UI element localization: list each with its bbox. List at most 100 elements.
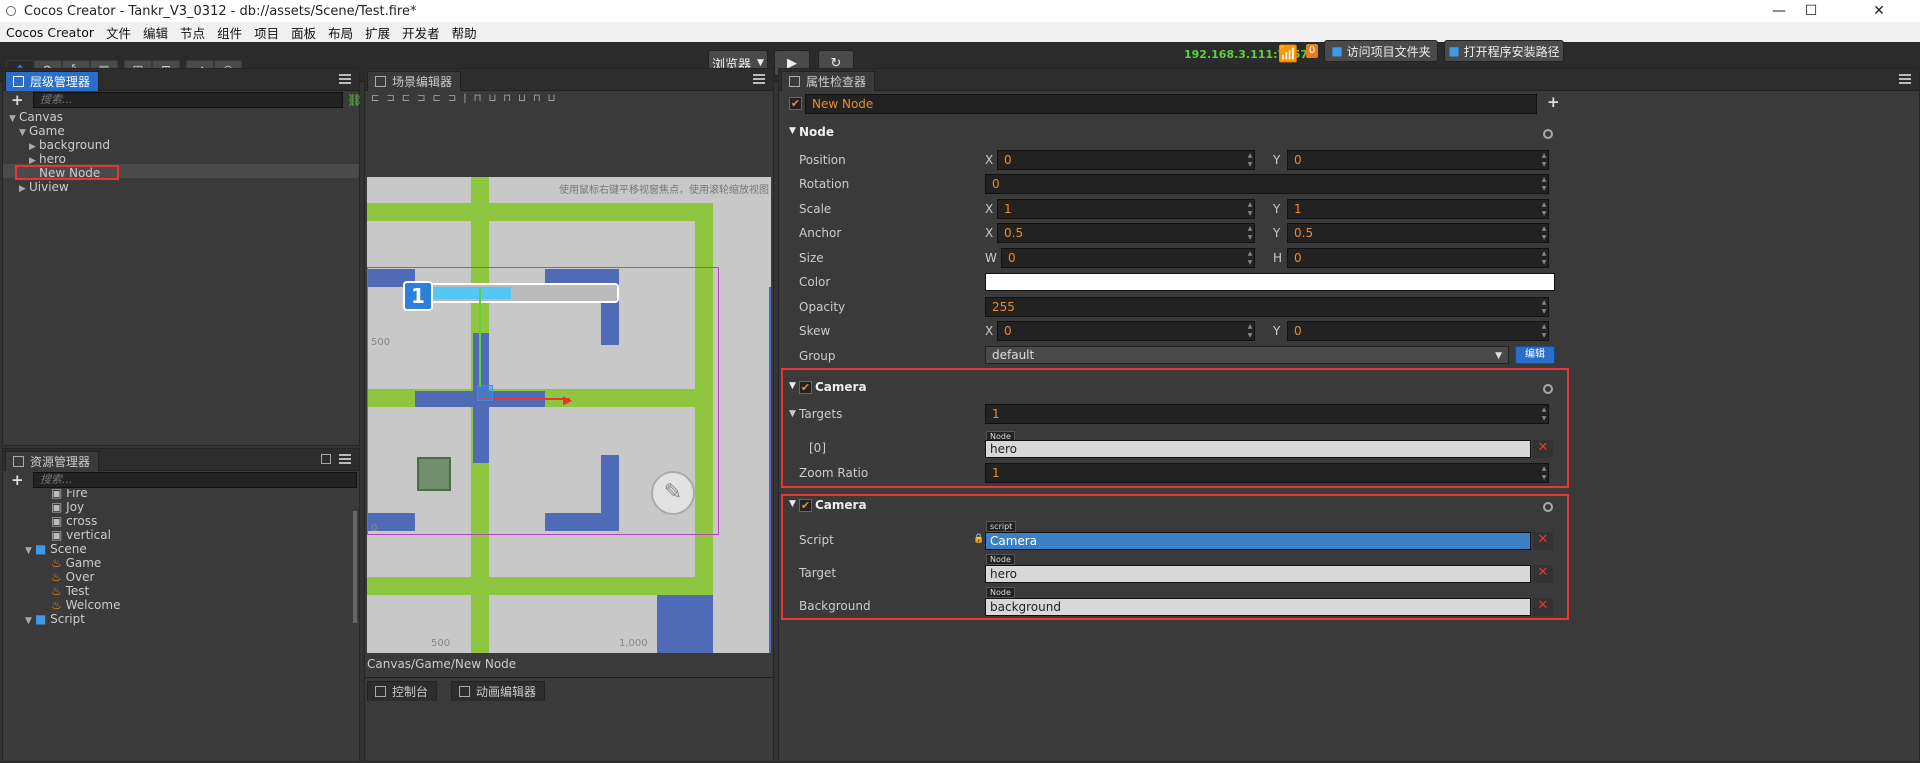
align-toolbar[interactable]: ⊏⊐⊏⊐⊏⊐|⊓⊔⊓⊔⊓⊔ (371, 93, 771, 109)
tab-console[interactable]: 控制台 (367, 681, 438, 701)
menu-project[interactable]: 项目 (248, 23, 285, 42)
tab-animation-editor[interactable]: 动画编辑器 (451, 681, 546, 701)
collapse-icon[interactable] (321, 454, 331, 464)
panel-menu-icon[interactable] (339, 74, 351, 84)
anchor-x-input[interactable]: 0.5 ▲ ▼ (997, 223, 1255, 243)
menu-file[interactable]: 文件 (100, 23, 137, 42)
menu-panel[interactable]: 面板 (285, 23, 322, 42)
collapsed-arrow-icon[interactable]: ▶ (29, 142, 39, 152)
expanded-arrow-icon[interactable]: ▼ (9, 114, 19, 124)
clear-ref-icon[interactable]: ✕ (1533, 532, 1553, 550)
asset-folder-scene[interactable]: ▼ ■ Scene (25, 542, 87, 556)
node-section-header[interactable]: ▼ Node (779, 125, 1573, 147)
anchor-y-input[interactable]: 0.5 ▲ ▼ (1287, 223, 1549, 243)
expanded-arrow-icon[interactable]: ▼ (19, 128, 29, 138)
camera1-enabled-checkbox[interactable]: ✔ (799, 381, 812, 394)
rotation-input[interactable]: 0 ▲ ▼ (985, 174, 1549, 194)
expanded-arrow-icon[interactable]: ▼ (25, 546, 35, 556)
size-h-input[interactable]: 0 ▲ ▼ (1287, 248, 1549, 268)
menu-component[interactable]: 组件 (211, 23, 248, 42)
group-select[interactable]: default ▼ (985, 346, 1509, 364)
expanded-arrow-icon[interactable]: ▼ (25, 616, 35, 626)
tab-inspector[interactable]: 属性检查器 (781, 71, 876, 91)
zoom-ratio-input[interactable]: 1 ▲ ▼ (985, 463, 1549, 483)
menu-edit[interactable]: 编辑 (137, 23, 174, 42)
asset-vertical[interactable]: ▣ vertical (51, 528, 111, 542)
menu-node[interactable]: 节点 (174, 23, 211, 42)
stepper-icon[interactable]: ▲ ▼ (1246, 151, 1254, 169)
assets-search-input[interactable]: 搜索... (33, 472, 357, 488)
asset-fire[interactable]: ▣ Fire (51, 489, 88, 500)
color-swatch[interactable] (985, 273, 1555, 291)
add-node-button[interactable]: + (11, 91, 24, 109)
stepper-icon[interactable]: ▲ ▼ (1540, 224, 1548, 242)
expanded-arrow-icon[interactable]: ▼ (789, 381, 796, 391)
assets-scrollbar[interactable] (353, 511, 357, 623)
stepper-icon[interactable]: ▲ ▼ (1246, 224, 1254, 242)
stepper-icon[interactable]: ▲ ▼ (1246, 249, 1254, 267)
clear-ref-icon[interactable]: ✕ (1533, 565, 1553, 583)
gizmo-x-axis[interactable] (480, 398, 570, 400)
panel-menu-icon[interactable] (339, 454, 351, 464)
menu-app[interactable]: Cocos Creator (0, 25, 100, 40)
stepper-icon[interactable]: ▲ ▼ (1540, 175, 1548, 193)
gear-icon[interactable] (1543, 502, 1553, 512)
stepper-icon[interactable]: ▲ ▼ (1540, 151, 1548, 169)
asset-scene-over[interactable]: ♨ Over (51, 570, 94, 584)
target-field[interactable]: hero (985, 565, 1531, 583)
menu-developer[interactable]: 开发者 (396, 23, 446, 42)
skew-x-input[interactable]: 0 ▲ ▼ (997, 321, 1255, 341)
notification-badge[interactable]: 0 (1306, 44, 1318, 58)
asset-scene-game[interactable]: ♨ Game (51, 556, 101, 570)
node-name-input[interactable]: New Node (805, 94, 1537, 114)
skew-y-input[interactable]: 0 ▲ ▼ (1287, 321, 1549, 341)
add-component-button[interactable]: + (1547, 93, 1560, 111)
link-icon[interactable]: ⛓ (347, 93, 362, 107)
stepper-icon[interactable]: ▲ ▼ (1246, 322, 1254, 340)
asset-folder-script[interactable]: ▼ ■ Script (25, 612, 85, 626)
scale-x-input[interactable]: 1 ▲ ▼ (997, 199, 1255, 219)
tab-assets[interactable]: 资源管理器 (5, 451, 100, 471)
camera2-enabled-checkbox[interactable]: ✔ (799, 499, 812, 512)
tree-node-canvas[interactable]: ▼ Canvas (9, 110, 63, 124)
clear-ref-icon[interactable]: ✕ (1533, 598, 1553, 616)
clear-ref-icon[interactable]: ✕ (1533, 440, 1553, 458)
script-field[interactable]: Camera (985, 532, 1531, 550)
tree-node-background[interactable]: ▶ background (29, 138, 110, 152)
stepper-icon[interactable]: ▲ ▼ (1540, 322, 1548, 340)
tree-node-uiview[interactable]: ▶ Uiview (19, 180, 69, 194)
target0-field[interactable]: hero (985, 440, 1531, 458)
stepper-icon[interactable]: ▲ ▼ (1540, 200, 1548, 218)
expanded-arrow-icon[interactable]: ▼ (789, 126, 796, 136)
stepper-icon[interactable]: ▲ ▼ (1540, 405, 1548, 423)
asset-joy[interactable]: ▣ Joy (51, 500, 84, 514)
node-active-checkbox[interactable]: ✔ (789, 97, 802, 110)
edit-group-button[interactable]: 编辑 (1515, 346, 1555, 364)
position-y-input[interactable]: 0 ▲ ▼ (1287, 150, 1549, 170)
tab-scene-editor[interactable]: 场景编辑器 (367, 71, 462, 91)
camera2-section-header[interactable]: ▼ ✔ Camera (779, 498, 1573, 520)
tree-node-game[interactable]: ▼ Game (19, 124, 65, 138)
expanded-arrow-icon[interactable]: ▼ (789, 499, 796, 509)
gizmo-y-axis[interactable] (479, 287, 481, 387)
asset-scene-test[interactable]: ♨ Test (51, 584, 89, 598)
stepper-icon[interactable]: ▲ ▼ (1540, 464, 1548, 482)
asset-scene-welcome[interactable]: ♨ Welcome (51, 598, 120, 612)
collapsed-arrow-icon[interactable]: ▶ (19, 184, 29, 194)
asset-cross[interactable]: ▣ cross (51, 514, 97, 528)
size-w-input[interactable]: 0 ▲ ▼ (1001, 248, 1255, 268)
gear-icon[interactable] (1543, 384, 1553, 394)
open-install-path-button[interactable]: ■ 打开程序安装路径 (1444, 40, 1564, 62)
gear-icon[interactable] (1543, 129, 1553, 139)
menu-extension[interactable]: 扩展 (359, 23, 396, 42)
add-asset-button[interactable]: + (11, 471, 24, 489)
camera1-section-header[interactable]: ▼ ✔ Camera (779, 380, 1573, 402)
close-button[interactable]: ✕ (1856, 0, 1902, 22)
stepper-icon[interactable]: ▲ ▼ (1246, 200, 1254, 218)
position-x-input[interactable]: 0 ▲ ▼ (997, 150, 1255, 170)
menu-layout[interactable]: 布局 (322, 23, 359, 42)
gizmo-center-handle[interactable] (477, 385, 493, 401)
expanded-arrow-icon[interactable]: ▼ (789, 409, 796, 419)
tab-hierarchy[interactable]: 层级管理器 (5, 71, 100, 91)
panel-menu-icon[interactable] (753, 74, 765, 84)
